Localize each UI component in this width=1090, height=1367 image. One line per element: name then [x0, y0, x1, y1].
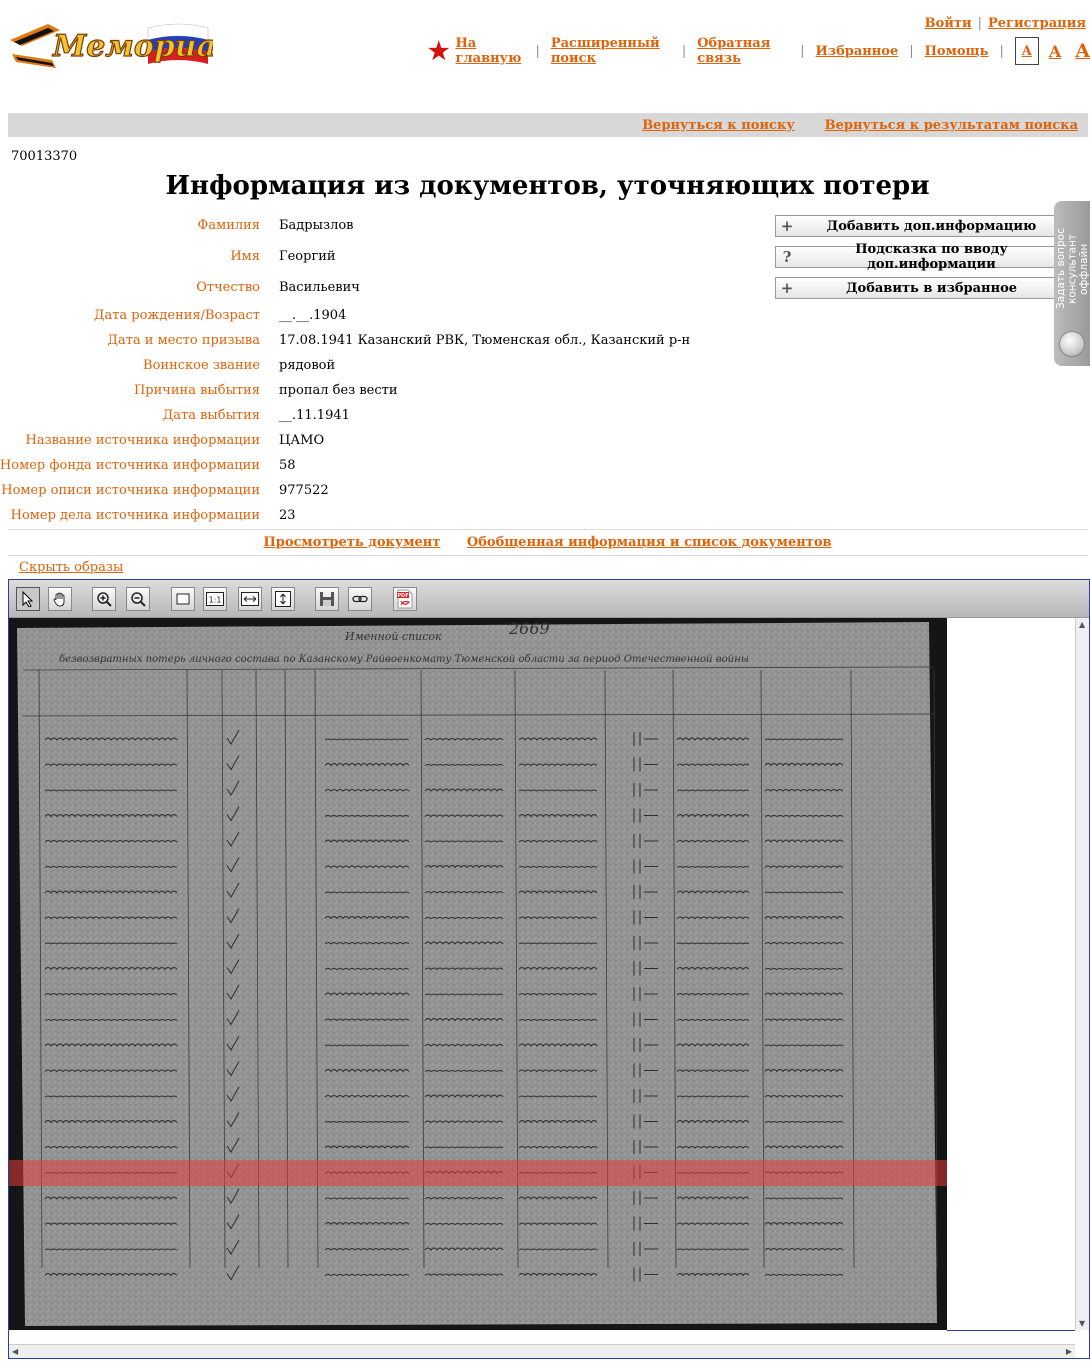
field-value: __.11.1941 — [279, 408, 350, 423]
add-info-button[interactable]: + Добавить доп.информацию — [775, 215, 1065, 237]
svg-text:1:1: 1:1 — [209, 596, 222, 605]
scanned-document: Именной список 2669 безвозвратных потерь… — [9, 618, 947, 1330]
font-size-small[interactable]: A — [1014, 37, 1039, 65]
font-size-large[interactable]: A — [1075, 40, 1090, 62]
nav-advanced-search[interactable]: Расширенный поиск — [551, 36, 671, 66]
nav-favorites[interactable]: Избранное — [815, 44, 898, 59]
question-icon: ? — [782, 248, 792, 266]
field-label: Отчество — [196, 280, 260, 295]
fit-page-icon[interactable] — [171, 587, 195, 611]
zoom-out-icon[interactable] — [126, 587, 150, 611]
ask-question-tab[interactable]: Задать вопрос консультант оффлайн — [1054, 201, 1090, 366]
font-size-switcher: A A A — [1014, 37, 1090, 65]
fit-width-icon[interactable] — [238, 587, 262, 611]
field-label: Номер фонда источника информации — [0, 458, 260, 473]
doc-subtitle: безвозвратных потерь личного состава по … — [59, 654, 749, 665]
field-label: Дата и место призыва — [107, 333, 260, 348]
scroll-left-icon[interactable]: ◀ — [12, 1347, 18, 1356]
plus-icon: + — [780, 279, 794, 297]
input-hint-button[interactable]: ? Подсказка по вводу доп.информации — [775, 242, 1065, 272]
horizontal-scrollbar[interactable]: ◀ ▶ — [9, 1344, 1075, 1358]
memorial-logo[interactable]: Мемориал — [8, 14, 239, 74]
view-document-link[interactable]: Просмотреть документ — [263, 535, 440, 550]
field-value: рядовой — [279, 358, 336, 373]
select-arrow-icon[interactable] — [16, 587, 40, 611]
vertical-scrollbar[interactable]: ▲ ▼ — [1075, 618, 1089, 1330]
nav-help[interactable]: Помощь — [925, 44, 989, 59]
zoom-in-icon[interactable] — [92, 587, 116, 611]
field-value: 58 — [279, 458, 296, 473]
field-value: 977522 — [279, 483, 329, 498]
back-to-search-link[interactable]: Вернуться к поиску — [642, 118, 794, 133]
pan-hand-icon[interactable] — [48, 587, 72, 611]
hide-images-link[interactable]: Скрыть образы — [19, 560, 123, 575]
document-links: Просмотреть документ Обобщенная информац… — [0, 535, 1090, 550]
field-label: Номер дела источника информации — [10, 508, 260, 523]
save-icon[interactable] — [315, 587, 339, 611]
return-bar: Вернуться к поиску Вернуться к результат… — [8, 113, 1088, 137]
link-icon[interactable] — [348, 587, 372, 611]
actual-size-icon[interactable]: 1:1 — [203, 587, 227, 611]
scroll-down-icon[interactable]: ▼ — [1079, 1319, 1085, 1328]
document-image-area[interactable]: Именной список 2669 безвозвратных потерь… — [9, 618, 1075, 1330]
field-value: пропал без вести — [279, 383, 398, 398]
field-label: Воинское звание — [143, 358, 260, 373]
fit-height-icon[interactable] — [271, 587, 295, 611]
font-size-medium[interactable]: A — [1049, 42, 1061, 61]
field-value: Георгий — [279, 249, 336, 264]
document-viewer: 1:1 PDF Именной список 2669 безвозвратны… — [8, 579, 1090, 1359]
nav-feedback[interactable]: Обратная связь — [697, 36, 789, 66]
field-label: Фамилия — [197, 218, 260, 233]
divider — [8, 555, 1088, 556]
field-label: Номер описи источника информации — [1, 483, 260, 498]
scroll-right-icon[interactable]: ▶ — [1066, 1347, 1072, 1356]
main-nav: ★ На главную | Расширенный поиск | Обратна… — [428, 36, 1090, 66]
register-link[interactable]: Регистрация — [988, 16, 1086, 31]
viewer-toolbar: 1:1 PDF — [9, 580, 1089, 618]
login-link[interactable]: Войти — [925, 16, 972, 31]
pdf-icon[interactable]: PDF — [393, 587, 417, 611]
star-icon: ★ — [428, 36, 450, 65]
field-value: ЦАМО — [279, 433, 325, 448]
nav-home[interactable]: На главную — [456, 36, 525, 66]
plus-icon: + — [780, 217, 794, 235]
field-value: Васильевич — [279, 280, 360, 295]
consultant-icon — [1059, 331, 1085, 357]
field-value: __.__.1904 — [279, 308, 347, 323]
scroll-up-icon[interactable]: ▲ — [1079, 620, 1085, 629]
field-label: Причина выбытия — [133, 383, 260, 398]
doc-number: 2669 — [508, 619, 550, 638]
field-label: Название источника информации — [25, 433, 260, 448]
field-value: 17.08.1941 Казанский РВК, Тюменская обл.… — [279, 333, 691, 348]
summary-link[interactable]: Обобщенная информация и список документо… — [467, 535, 832, 550]
add-favorite-button[interactable]: + Добавить в избранное — [775, 277, 1065, 299]
highlighted-record-row — [9, 1160, 947, 1186]
field-value: 23 — [279, 508, 296, 523]
divider — [8, 529, 1088, 530]
field-label: Дата рождения/Возраст — [93, 308, 260, 323]
field-value: Бадрызлов — [279, 218, 354, 233]
auth-links: Войти | Регистрация — [924, 16, 1086, 31]
viewer-edge — [947, 1330, 1075, 1331]
doc-header: Именной список — [344, 630, 442, 643]
back-to-results-link[interactable]: Вернуться к результатам поиска — [825, 118, 1078, 133]
svg-text:PDF: PDF — [397, 593, 408, 599]
page-title: Информация из документов, уточняющих пот… — [165, 171, 930, 201]
field-label: Дата выбытия — [162, 408, 260, 423]
logo-wordmark: Мемориал — [52, 29, 213, 64]
record-id: 70013370 — [11, 149, 78, 164]
field-label: Имя — [230, 249, 260, 264]
